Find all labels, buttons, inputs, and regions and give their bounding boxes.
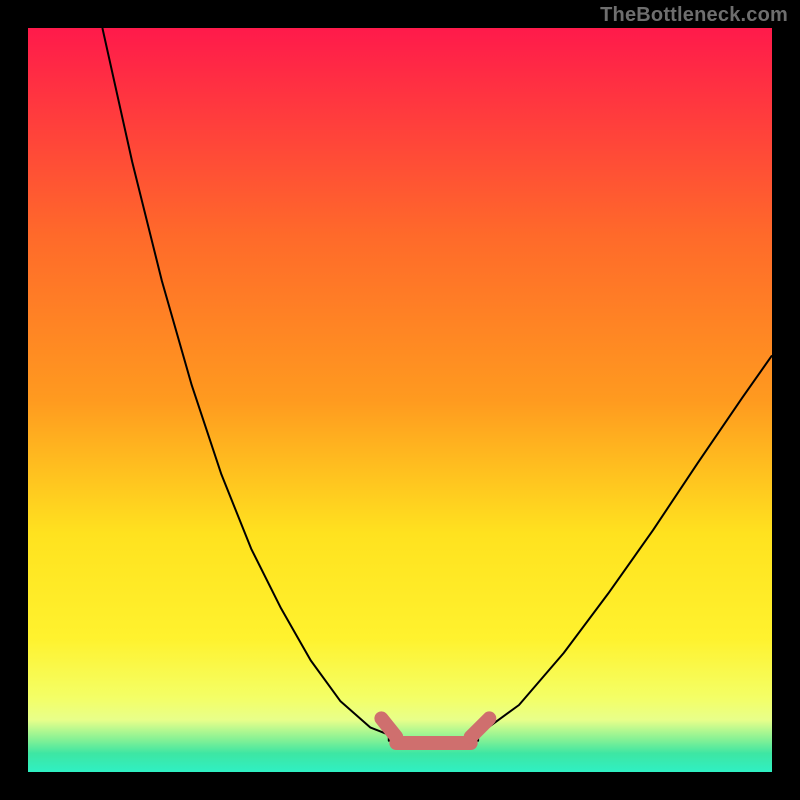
chart-plot-area [28, 28, 772, 772]
gradient-background [28, 28, 772, 772]
chart-svg [28, 28, 772, 772]
watermark-text: TheBottleneck.com [600, 4, 788, 27]
chart-frame: TheBottleneck.com [0, 0, 800, 800]
